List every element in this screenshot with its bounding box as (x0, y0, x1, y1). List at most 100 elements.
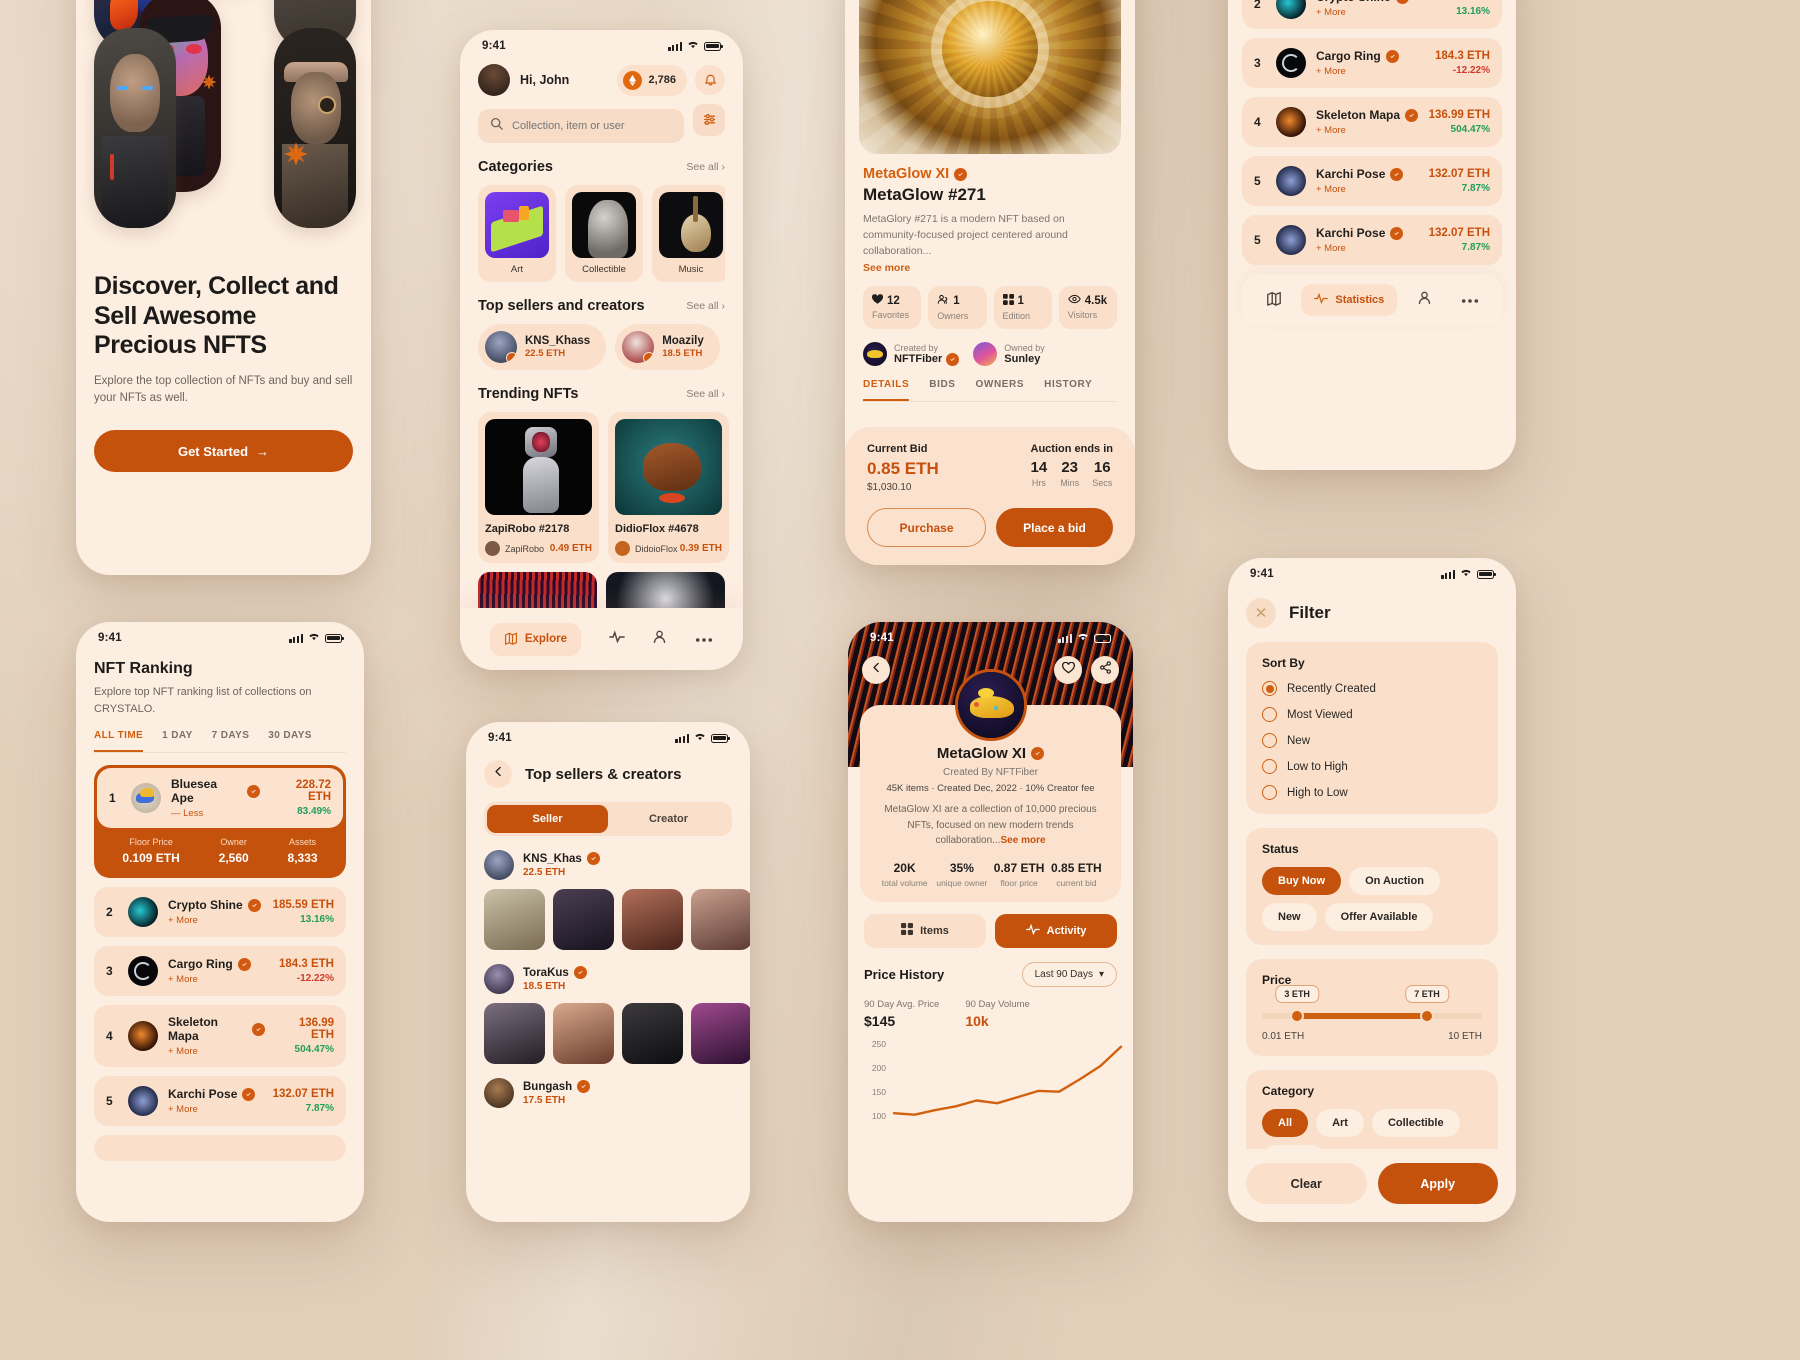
see-more-link[interactable]: See more (863, 262, 1117, 274)
get-started-button[interactable]: Get Started → (94, 430, 353, 473)
tab-statistics[interactable]: Statistics (1301, 284, 1398, 316)
search-input[interactable] (512, 120, 672, 132)
status-chip-buy-now[interactable]: Buy Now (1262, 867, 1342, 895)
tab-activity[interactable]: Activity (995, 913, 1117, 948)
bottom-tab-bar[interactable]: Statistics (1242, 274, 1502, 326)
close-icon[interactable]: ✕ (1246, 598, 1276, 628)
ranking-row[interactable]: 2 Crypto Shine + More 185.59 ETH 13.16% (94, 887, 346, 937)
toggle-details[interactable]: — Less (171, 808, 260, 819)
nft-thumb[interactable] (553, 1003, 614, 1064)
person-icon[interactable] (652, 629, 667, 649)
back-button[interactable] (862, 656, 890, 684)
categories-list[interactable]: Art Collectible Music (478, 185, 725, 282)
ranking-row[interactable]: 5 Karchi Pose + More 132.07 ETH 7.87% (1242, 215, 1502, 265)
category-chip-art[interactable]: Art (1316, 1109, 1364, 1137)
category-item[interactable]: Art (478, 185, 556, 282)
tab-history[interactable]: HISTORY (1044, 379, 1092, 401)
share-button[interactable] (1091, 656, 1119, 684)
trending-list[interactable]: ZapiRobo #2178 ZapiRobo 0.49 ETH DidioFl… (478, 412, 729, 563)
see-more-link[interactable]: See more (1001, 835, 1046, 846)
toggle-details[interactable]: + More (1316, 7, 1409, 18)
person-icon[interactable] (1407, 290, 1442, 310)
toggle-details[interactable]: + More (168, 915, 261, 926)
seller-row[interactable]: KNS_Khas 22.5 ETH (484, 850, 732, 880)
ranking-row[interactable]: 4 Skeleton Mapa + More 136.99 ETH 504.47… (1242, 97, 1502, 147)
sliders-icon[interactable] (693, 103, 725, 136)
range-dropdown[interactable]: Last 90 Days ▾ (1021, 961, 1117, 987)
owned-by[interactable]: Owned by Sunley (973, 342, 1045, 367)
category-chip-collectible[interactable]: Collectible (1371, 1109, 1460, 1137)
tab-7-days[interactable]: 7 DAYS (212, 730, 250, 752)
nft-thumb[interactable] (484, 1003, 545, 1064)
purchase-button[interactable]: Purchase (867, 508, 986, 547)
toggle-details[interactable]: + More (168, 974, 251, 985)
ranking-row[interactable]: 2 Crypto Shine + More 185.59 ETH 13.16% (1242, 0, 1502, 29)
nft-thumb[interactable] (484, 889, 545, 950)
nft-card[interactable]: DidioFlox #4678 DidoioFlox 0.39 ETH (608, 412, 729, 563)
toggle-details[interactable]: + More (1316, 66, 1399, 77)
seller-item[interactable]: Moazily 18.5 ETH (615, 324, 720, 370)
toggle-details[interactable]: + More (168, 1046, 265, 1057)
activity-icon[interactable] (608, 629, 625, 650)
clear-button[interactable]: Clear (1246, 1163, 1367, 1204)
nft-card[interactable]: ZapiRobo #2178 ZapiRobo 0.49 ETH (478, 412, 599, 563)
nft-thumb[interactable] (553, 889, 614, 950)
search-bar[interactable] (478, 109, 684, 143)
status-chips[interactable]: Buy Now On Auction New Offer Available (1262, 867, 1482, 931)
tab-explore[interactable]: Explore (489, 622, 582, 656)
back-button[interactable] (484, 760, 512, 788)
place-bid-button[interactable]: Place a bid (996, 508, 1113, 547)
seller-item[interactable]: KNS_Khass 22.5 ETH (478, 324, 607, 370)
price-min-knob[interactable] (1290, 1009, 1305, 1023)
nft-thumb[interactable] (691, 889, 750, 950)
status-chip-offer-available[interactable]: Offer Available (1324, 903, 1434, 931)
ranking-tabs[interactable]: ALL TIME 1 DAY 7 DAYS 30 DAYS (94, 730, 346, 753)
tab-bids[interactable]: BIDS (929, 379, 955, 401)
toggle-details[interactable]: + More (1316, 184, 1403, 195)
category-chip-all[interactable]: All (1262, 1109, 1309, 1137)
top-sellers-see-all[interactable]: See all › (686, 300, 725, 312)
seller-row[interactable]: ToraKus 18.5 ETH (484, 964, 732, 994)
apply-button[interactable]: Apply (1377, 1163, 1498, 1204)
bottom-tab-bar[interactable]: Explore (460, 608, 743, 670)
avatar[interactable] (478, 64, 510, 96)
ranking-row[interactable]: 5 Karchi Pose + More 132.07 ETH 7.87% (1242, 156, 1502, 206)
nft-thumb[interactable] (622, 889, 683, 950)
segment-creator[interactable]: Creator (608, 805, 729, 833)
sort-option-new[interactable]: New (1262, 733, 1482, 748)
price-slider[interactable]: 3 ETH 7 ETH (1262, 985, 1482, 1023)
ranking-row-partial[interactable] (94, 1135, 346, 1161)
category-item[interactable]: Music (652, 185, 725, 282)
status-chip-on-auction[interactable]: On Auction (1349, 867, 1440, 895)
ranking-row-expanded[interactable]: 1 Bluesea Ape — Less 228.72 ETH 83.49% F… (94, 765, 346, 878)
nft-thumb[interactable] (622, 1003, 683, 1064)
sort-option-most-viewed[interactable]: Most Viewed (1262, 707, 1482, 722)
tab-30-days[interactable]: 30 DAYS (268, 730, 312, 752)
like-button[interactable] (1054, 656, 1082, 684)
balance-chip[interactable]: 2,786 (617, 64, 687, 96)
tab-owners[interactable]: OWNERS (976, 379, 1025, 401)
created-by[interactable]: Created by NFTFiber (863, 342, 960, 367)
trending-see-all[interactable]: See all › (686, 388, 725, 400)
ranking-row[interactable]: 4 Skeleton Mapa + More 136.99 ETH 504.47… (94, 1005, 346, 1067)
sort-option-recently-created[interactable]: Recently Created (1262, 681, 1482, 696)
price-max-knob[interactable] (1420, 1009, 1434, 1023)
category-item[interactable]: Collectible (565, 185, 643, 282)
seller-creator-toggle[interactable]: Seller Creator (484, 802, 732, 836)
nft-thumb[interactable] (691, 1003, 750, 1064)
sellers-list[interactable]: KNS_Khass 22.5 ETH Moazily 18.5 ETH (478, 324, 725, 370)
compass-icon[interactable] (1256, 290, 1291, 311)
segment-seller[interactable]: Seller (487, 805, 608, 833)
tab-all-time[interactable]: ALL TIME (94, 730, 144, 752)
bell-icon[interactable] (695, 65, 725, 95)
tab-items[interactable]: Items (864, 913, 986, 948)
seller-row[interactable]: Bungash 17.5 ETH (484, 1078, 732, 1108)
toggle-details[interactable]: + More (1316, 243, 1403, 254)
sort-option-high-to-low[interactable]: High to Low (1262, 785, 1482, 800)
detail-tabs[interactable]: DETAILS BIDS OWNERS HISTORY (863, 379, 1117, 403)
tab-1-day[interactable]: 1 DAY (162, 730, 193, 752)
ranking-row[interactable]: 3 Cargo Ring + More 184.3 ETH -12.22% (94, 946, 346, 996)
status-chip-new[interactable]: New (1262, 903, 1317, 931)
categories-see-all[interactable]: See all › (686, 161, 725, 173)
collection-tabs[interactable]: Items Activity (864, 913, 1117, 948)
